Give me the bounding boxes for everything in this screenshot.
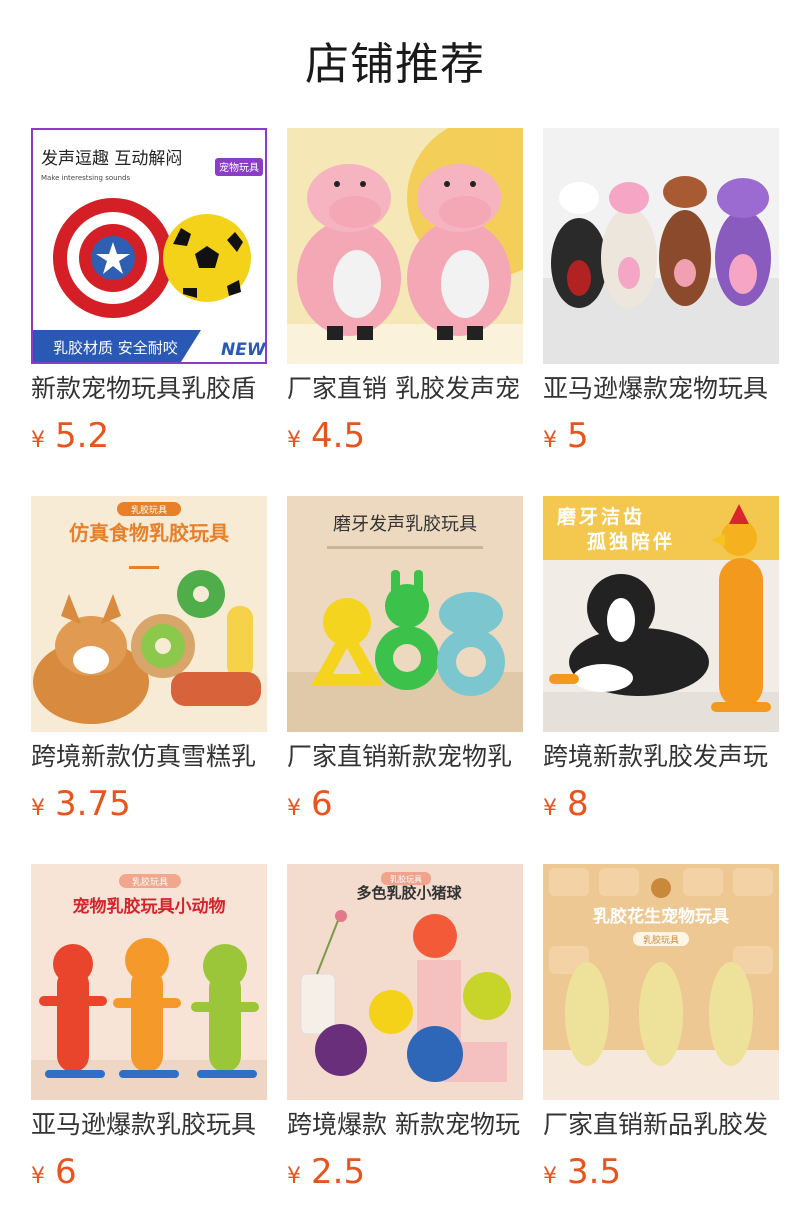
product-name[interactable]: 厂家直销 乳胶发声宠	[287, 372, 523, 406]
currency-symbol: ¥	[31, 428, 45, 453]
product-price: ¥8	[543, 784, 589, 824]
image-tag: 宠物玩具	[219, 161, 259, 174]
currency-symbol: ¥	[287, 1164, 301, 1189]
image-line1: 磨牙洁齿	[556, 505, 645, 528]
currency-symbol: ¥	[543, 428, 557, 453]
product-image[interactable]	[543, 128, 779, 364]
page-title: 店铺推荐	[305, 39, 485, 90]
product-price: ¥5	[543, 416, 589, 456]
image-tag: 乳胶玩具	[643, 934, 679, 946]
product-name[interactable]: 亚马逊爆款乳胶玩具	[31, 1108, 267, 1142]
product-name[interactable]: 跨境新款仿真雪糕乳	[31, 740, 267, 774]
product-price: ¥6	[287, 784, 333, 824]
image-tag: 乳胶玩具	[132, 876, 168, 888]
image-subline: Make interestsing sounds	[41, 174, 130, 182]
product-name[interactable]: 跨境新款乳胶发声玩	[543, 740, 779, 774]
image-tag: 乳胶玩具	[390, 874, 422, 884]
product-name[interactable]: 跨境爆款 新款宠物玩	[287, 1108, 523, 1142]
product-price: ¥3.5	[543, 1152, 621, 1192]
price-value: 8	[567, 784, 589, 824]
product-name[interactable]: 厂家直销新品乳胶发	[543, 1108, 779, 1142]
image-headline: 磨牙发声乳胶玩具	[333, 514, 477, 535]
store-recommendations-page: 店铺推荐 发声逗趣 互动解闷 Make interestsing sounds …	[0, 0, 790, 1232]
image-badge: NEW	[221, 340, 267, 360]
price-value: 3.5	[567, 1152, 622, 1192]
price-value: 2.5	[311, 1152, 366, 1192]
image-headline: 乳胶花生宠物玩具	[593, 906, 729, 927]
product-price: ¥3.75	[31, 784, 131, 824]
image-headline: 宠物乳胶玩具小动物	[73, 896, 226, 917]
product-image[interactable]: 磨牙发声乳胶玩具	[287, 496, 523, 732]
price-value: 5.2	[55, 416, 110, 456]
product-name[interactable]: 厂家直销新款宠物乳	[287, 740, 523, 774]
image-tag: 乳胶玩具	[131, 504, 167, 516]
price-value: 6	[311, 784, 333, 824]
image-line2: 孤独陪伴	[587, 530, 675, 553]
image-footer: 乳胶材质 安全耐咬	[53, 339, 178, 357]
price-value: 4.5	[311, 416, 366, 456]
product-image[interactable]: 乳胶玩具 多色乳胶小猪球	[287, 864, 523, 1100]
currency-symbol: ¥	[31, 796, 45, 821]
currency-symbol: ¥	[287, 428, 301, 453]
price-value: 6	[55, 1152, 77, 1192]
product-image[interactable]: 磨牙洁齿 孤独陪伴	[543, 496, 779, 732]
image-headline: 多色乳胶小猪球	[356, 884, 462, 902]
product-name[interactable]: 亚马逊爆款宠物玩具	[543, 372, 779, 406]
currency-symbol: ¥	[543, 1164, 557, 1189]
image-headline: 仿真食物乳胶玩具	[69, 521, 229, 545]
product-image[interactable]	[287, 128, 523, 364]
product-price: ¥4.5	[287, 416, 365, 456]
product-image[interactable]: 乳胶玩具 宠物乳胶玩具小动物	[31, 864, 267, 1100]
product-image[interactable]: 发声逗趣 互动解闷 Make interestsing sounds 宠物玩具	[31, 128, 267, 364]
price-value: 3.75	[55, 784, 131, 824]
product-image[interactable]: 乳胶花生宠物玩具 乳胶玩具	[543, 864, 779, 1100]
product-price: ¥5.2	[31, 416, 109, 456]
product-price: ¥6	[31, 1152, 77, 1192]
price-value: 5	[567, 416, 589, 456]
product-image[interactable]: 乳胶玩具 仿真食物乳胶玩具	[31, 496, 267, 732]
currency-symbol: ¥	[287, 796, 301, 821]
product-name[interactable]: 新款宠物玩具乳胶盾	[31, 372, 267, 406]
product-price: ¥2.5	[287, 1152, 365, 1192]
currency-symbol: ¥	[543, 796, 557, 821]
image-headline: 发声逗趣 互动解闷	[41, 149, 182, 169]
currency-symbol: ¥	[31, 1164, 45, 1189]
